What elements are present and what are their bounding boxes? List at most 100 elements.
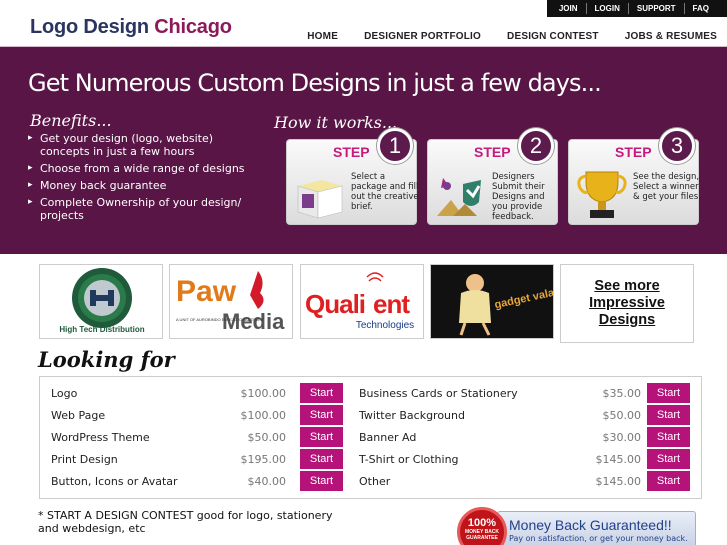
start-tshirt-button[interactable]: Start xyxy=(647,449,690,469)
qualient-logo-text: Quali xyxy=(305,289,365,319)
start-web-page-button[interactable]: Start xyxy=(300,405,343,425)
portfolio-thumb-high-tech[interactable]: High Tech Distribution xyxy=(39,264,163,339)
step-label: STEP xyxy=(615,144,652,160)
category-row: Other $145.00 Start xyxy=(359,470,699,492)
category-row: Banner Ad $30.00 Start xyxy=(359,426,699,448)
benefit-item: Choose from a wide range of designs xyxy=(28,162,248,175)
trophy-icon xyxy=(577,171,627,218)
how-it-works-heading: How it works... xyxy=(274,113,398,132)
step-label: STEP xyxy=(333,144,370,160)
design-category-table: Logo $100.00 Start Web Page $100.00 Star… xyxy=(39,376,702,499)
portfolio-thumb-qualient[interactable]: Quali ent Technologies xyxy=(300,264,424,339)
category-column-left: Logo $100.00 Start Web Page $100.00 Star… xyxy=(51,382,351,492)
high-tech-logo-image: High Tech Distribution xyxy=(40,265,162,338)
category-name: Banner Ad xyxy=(359,430,417,444)
category-price: $100.00 xyxy=(240,386,287,400)
see-more-designs-box[interactable]: See more Impressive Designs xyxy=(560,264,694,343)
nav-designer-portfolio[interactable]: DESIGNER PORTFOLIO xyxy=(364,31,481,42)
step-number: 3 xyxy=(659,128,695,164)
login-link[interactable]: LOGIN xyxy=(587,3,629,14)
step-card-1: STEP 1 Select a package and fill out the… xyxy=(286,128,419,225)
nav-design-contest[interactable]: DESIGN CONTEST xyxy=(507,31,599,42)
money-back-subtitle: Pay on satisfaction, or get your money b… xyxy=(509,534,688,543)
top-utility-bar: JOIN LOGIN SUPPORT FAQ xyxy=(546,0,727,17)
category-row: WordPress Theme $50.00 Start xyxy=(51,426,351,448)
logo-text-primary: Logo Design xyxy=(30,16,149,38)
gadget-vala-logo-image: gadget vala.com xyxy=(431,265,553,338)
money-back-title: Money Back Guaranteed!! xyxy=(509,517,672,533)
category-column-right: Business Cards or Stationery $35.00 Star… xyxy=(359,382,699,492)
start-wordpress-theme-button[interactable]: Start xyxy=(300,427,343,447)
category-row: Print Design $195.00 Start xyxy=(51,448,351,470)
nav-jobs-resumes[interactable]: JOBS & RESUMES xyxy=(625,31,717,42)
high-tech-logo-text: High Tech Distribution xyxy=(59,325,144,334)
benefits-list: Get your design (logo, website) concepts… xyxy=(28,132,248,226)
start-logo-button[interactable]: Start xyxy=(300,383,343,403)
portfolio-strip: High Tech Distribution Paw Media A UNIT … xyxy=(0,264,727,343)
step-card-2: STEP 2 Designers Submit their Designs an… xyxy=(427,128,558,225)
step-number: 2 xyxy=(518,128,554,164)
paw-logo-subtext: A UNIT OF AUROBINDO EDUCATIONAL TRUST xyxy=(176,317,265,322)
start-business-cards-button[interactable]: Start xyxy=(647,383,690,403)
portfolio-thumb-gadget-vala[interactable]: gadget vala.com xyxy=(430,264,554,339)
benefit-item: Complete Ownership of your design/ proje… xyxy=(28,196,248,222)
category-name: Twitter Background xyxy=(359,408,465,422)
step-description: See the design, Select a winner & get yo… xyxy=(633,172,701,202)
category-name: Button, Icons or Avatar xyxy=(51,474,178,488)
step-label: STEP xyxy=(474,144,511,160)
logo-text-secondary: Chicago xyxy=(154,16,232,38)
start-other-button[interactable]: Start xyxy=(647,471,690,491)
category-name: Logo xyxy=(51,386,78,400)
qualient-logo-text-2: ent xyxy=(373,289,410,319)
benefits-heading: Benefits... xyxy=(30,111,112,130)
category-name: Other xyxy=(359,474,391,488)
benefit-item: Get your design (logo, website) concepts… xyxy=(28,132,248,158)
category-price: $145.00 xyxy=(595,474,642,488)
category-price: $35.00 xyxy=(602,386,642,400)
category-price: $40.00 xyxy=(247,474,287,488)
category-name: T-Shirt or Clothing xyxy=(359,452,459,466)
category-price: $30.00 xyxy=(602,430,642,444)
category-name: Business Cards or Stationery xyxy=(359,386,518,400)
qualient-logo-subtext: Technologies xyxy=(356,320,414,331)
start-button-icons-button[interactable]: Start xyxy=(300,471,343,491)
see-more-designs-link[interactable]: See more Impressive Designs xyxy=(580,278,675,329)
package-box-icon xyxy=(297,180,343,219)
step-number: 1 xyxy=(377,128,413,164)
category-name: WordPress Theme xyxy=(51,430,150,444)
portfolio-thumb-paw-media[interactable]: Paw Media A UNIT OF AUROBINDO EDUCATIONA… xyxy=(169,264,293,339)
money-back-banner[interactable]: 100% MONEY BACK GUARANTEE Money Back Gua… xyxy=(457,507,697,545)
join-link[interactable]: JOIN xyxy=(551,3,587,14)
site-logo[interactable]: Logo Design Chicago xyxy=(30,16,232,39)
category-row: T-Shirt or Clothing $145.00 Start xyxy=(359,448,699,470)
category-price: $50.00 xyxy=(247,430,287,444)
start-twitter-background-button[interactable]: Start xyxy=(647,405,690,425)
step-card-3: STEP 3 See the design, Select a winner &… xyxy=(568,128,701,225)
benefit-item: Money back guarantee xyxy=(28,179,248,192)
seal-subtext: MONEY BACK GUARANTEE xyxy=(464,529,500,541)
faq-link[interactable]: FAQ xyxy=(685,3,717,14)
qualient-logo-image: Quali ent Technologies xyxy=(301,265,423,338)
start-print-design-button[interactable]: Start xyxy=(300,449,343,469)
category-name: Print Design xyxy=(51,452,118,466)
paw-media-logo-image: Paw Media A UNIT OF AUROBINDO EDUCATIONA… xyxy=(170,265,292,338)
site-header: Logo Design Chicago JOIN LOGIN SUPPORT F… xyxy=(0,0,727,46)
category-row: Web Page $100.00 Start xyxy=(51,404,351,426)
banner-title: Get Numerous Custom Designs in just a fe… xyxy=(28,69,602,97)
nav-home[interactable]: HOME xyxy=(307,31,338,42)
category-row: Twitter Background $50.00 Start xyxy=(359,404,699,426)
category-price: $195.00 xyxy=(240,452,287,466)
category-price: $100.00 xyxy=(240,408,287,422)
support-link[interactable]: SUPPORT xyxy=(629,3,685,14)
category-price: $50.00 xyxy=(602,408,642,422)
design-samples-icon xyxy=(437,178,481,216)
paw-logo-text: Paw xyxy=(176,275,237,308)
category-row: Business Cards or Stationery $35.00 Star… xyxy=(359,382,699,404)
start-banner-ad-button[interactable]: Start xyxy=(647,427,690,447)
category-row: Logo $100.00 Start xyxy=(51,382,351,404)
step-description: Select a package and fill out the creati… xyxy=(351,172,419,212)
step-description: Designers Submit their Designs and you p… xyxy=(492,172,545,222)
contest-info-text: * START A DESIGN CONTEST good for logo, … xyxy=(38,509,333,535)
category-row: Button, Icons or Avatar $40.00 Start xyxy=(51,470,351,492)
main-nav: HOME DESIGNER PORTFOLIO DESIGN CONTEST J… xyxy=(281,31,717,42)
